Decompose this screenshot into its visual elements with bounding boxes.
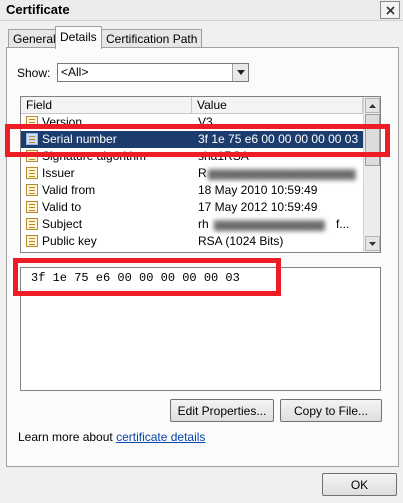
title-bar: Certificate [0,0,403,21]
certificate-field-icon [26,150,38,162]
field-value: R [198,166,207,180]
field-value: 3f 1e 75 e6 00 00 00 00 00 03 [198,132,359,146]
edit-properties-button[interactable]: Edit Properties... [170,399,274,422]
show-dropdown-value: <All> [61,65,89,79]
list-row-valid-to[interactable]: Valid to 17 May 2012 10:59:49 [21,199,363,216]
tab-certification-path[interactable]: Certification Path [101,29,203,48]
dropdown-arrow-icon[interactable] [232,64,248,81]
field-name: Signature algorithm [42,149,147,163]
show-label: Show: [17,66,51,80]
field-value-textbox[interactable]: 3f 1e 75 e6 00 00 00 00 00 03 [20,267,381,391]
field-value: RSA (1024 Bits) [198,234,284,248]
field-name: Public key [42,234,97,248]
certificate-field-icon [26,218,38,230]
field-value: 18 May 2010 10:59:49 [198,183,318,197]
close-button[interactable] [380,1,400,19]
fields-list[interactable]: Field Value Version V3 Serial number 3f … [20,96,381,253]
redacted-value: ▆▆▆▆▆▆▆▆▆▆▆▆ [214,217,325,231]
field-name: Subject [42,217,83,231]
certificate-field-icon [26,167,38,179]
scroll-down-button[interactable] [365,236,380,251]
field-value-tail: f... [336,217,350,231]
arrow-down-icon [369,241,376,246]
tab-general-label: General [13,32,56,46]
learn-more-prefix: Learn more about [18,430,117,444]
field-name: Valid from [42,183,96,197]
field-name: Valid to [42,200,82,214]
close-icon [385,5,395,15]
scrollbar-thumb[interactable] [365,114,380,166]
tab-general[interactable]: General [8,29,61,48]
field-value: rh [198,217,209,231]
certificate-dialog: Certificate General Details Certificatio… [0,0,403,503]
tab-details[interactable]: Details [55,26,102,49]
learn-more-text: Learn more about certificate details [18,430,205,444]
column-header-value[interactable]: Value [192,97,363,114]
list-row-valid-from[interactable]: Valid from 18 May 2010 10:59:49 [21,182,363,199]
window-title: Certificate [6,2,70,17]
list-row-version[interactable]: Version V3 [21,114,363,131]
ok-button[interactable]: OK [322,473,397,496]
arrow-up-icon [369,103,376,108]
field-name: Serial number [42,132,117,146]
tab-details-label: Details [60,30,97,44]
list-row-public-key[interactable]: Public key RSA (1024 Bits) [21,233,363,250]
field-name: Version [42,115,83,129]
copy-to-file-button[interactable]: Copy to File... [280,399,382,422]
field-value: sha1RSA [198,149,249,163]
field-value-text: 3f 1e 75 e6 00 00 00 00 00 03 [31,271,240,285]
certificate-field-icon [26,116,38,128]
scroll-up-button[interactable] [365,98,380,113]
ok-label: OK [350,477,369,492]
column-header-field[interactable]: Field [21,97,192,114]
edit-properties-label: Edit Properties... [177,403,267,418]
fields-scrollbar[interactable] [363,97,380,252]
certificate-details-link[interactable]: certificate details [116,430,205,444]
show-dropdown[interactable]: <All> [57,63,249,82]
certificate-field-icon [26,133,38,145]
field-value: V3 [198,115,213,129]
list-row-subject[interactable]: Subject rh ▆▆▆▆▆▆▆▆▆▆▆▆ f... [21,216,363,233]
tab-certification-path-label: Certification Path [106,32,198,46]
field-value: 17 May 2012 10:59:49 [198,200,318,214]
copy-to-file-label: Copy to File... [293,403,369,418]
redacted-value: ▆▆▆▆▆▆▆▆▆▆▆▆▆▆▆▆ [208,166,356,180]
list-row-signature-algorithm[interactable]: Signature algorithm sha1RSA [21,148,363,165]
list-row-serial-number[interactable]: Serial number 3f 1e 75 e6 00 00 00 00 00… [21,131,363,148]
field-name: Issuer [42,166,75,180]
certificate-field-icon [26,184,38,196]
list-row-issuer[interactable]: Issuer R ▆▆▆▆▆▆▆▆▆▆▆▆▆▆▆▆ [21,165,363,182]
certificate-field-icon [26,235,38,247]
certificate-field-icon [26,201,38,213]
